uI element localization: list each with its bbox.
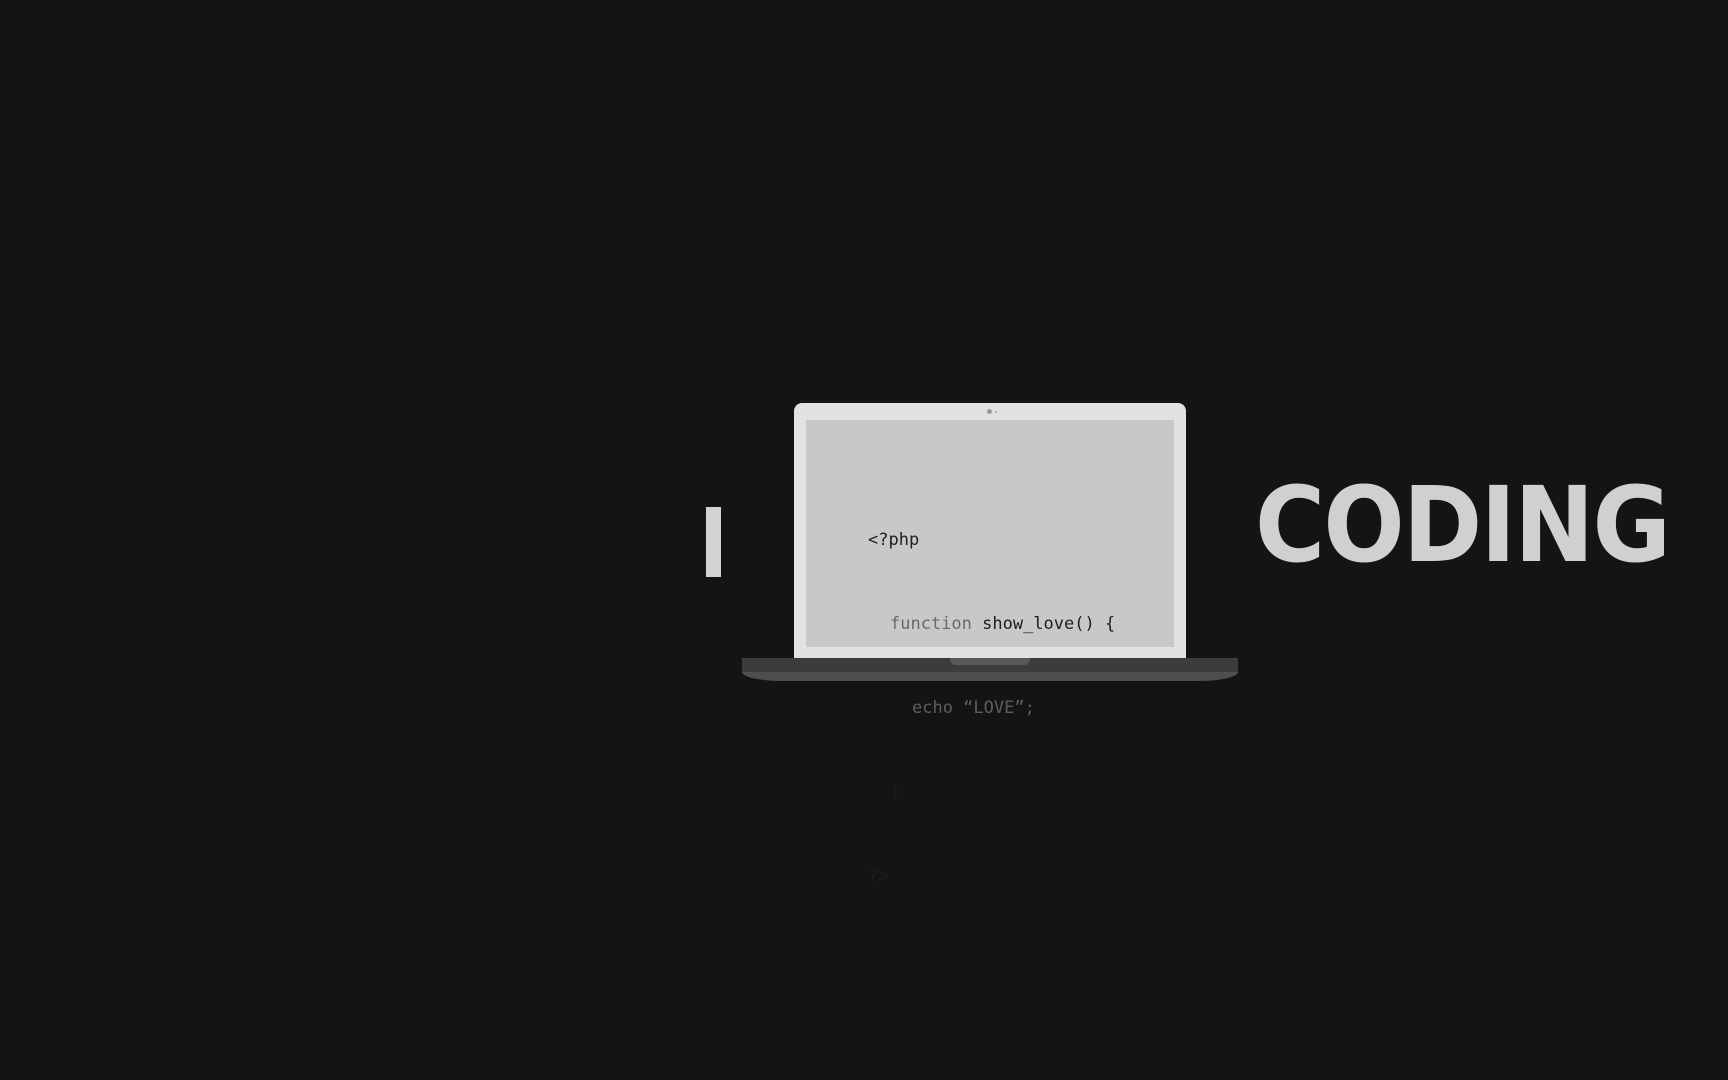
laptop-base-bottom [742,672,1238,681]
code-line-close-tag: ?> [868,866,889,886]
code-line-close-brace: } [890,782,901,802]
webcam-icon [987,409,992,414]
code-line-echo: echo “LOVE”; [868,694,1115,722]
code-keyword-echo: echo [912,698,953,718]
code-keyword-function: function [890,614,972,634]
code-line-open-tag: <?php [868,530,920,550]
webcam-indicator-icon [995,411,997,413]
code-snippet: <?php function show_love() { echo “LOVE”… [868,470,1115,946]
headline-word-coding: CODING [1255,464,1671,586]
laptop-lid: <?php function show_love() { echo “LOVE”… [794,403,1186,886]
code-line-function: function show_love() { [868,610,1115,638]
code-function-signature: show_love() { [971,614,1116,634]
wallpaper: <?php function show_love() { echo “LOVE”… [0,0,1728,1080]
laptop-opening-notch [950,658,1030,665]
laptop-screen: <?php function show_love() { echo “LOVE”… [806,420,1174,886]
code-echo-string: “LOVE”; [952,698,1035,718]
headline-letter-i [706,507,721,577]
